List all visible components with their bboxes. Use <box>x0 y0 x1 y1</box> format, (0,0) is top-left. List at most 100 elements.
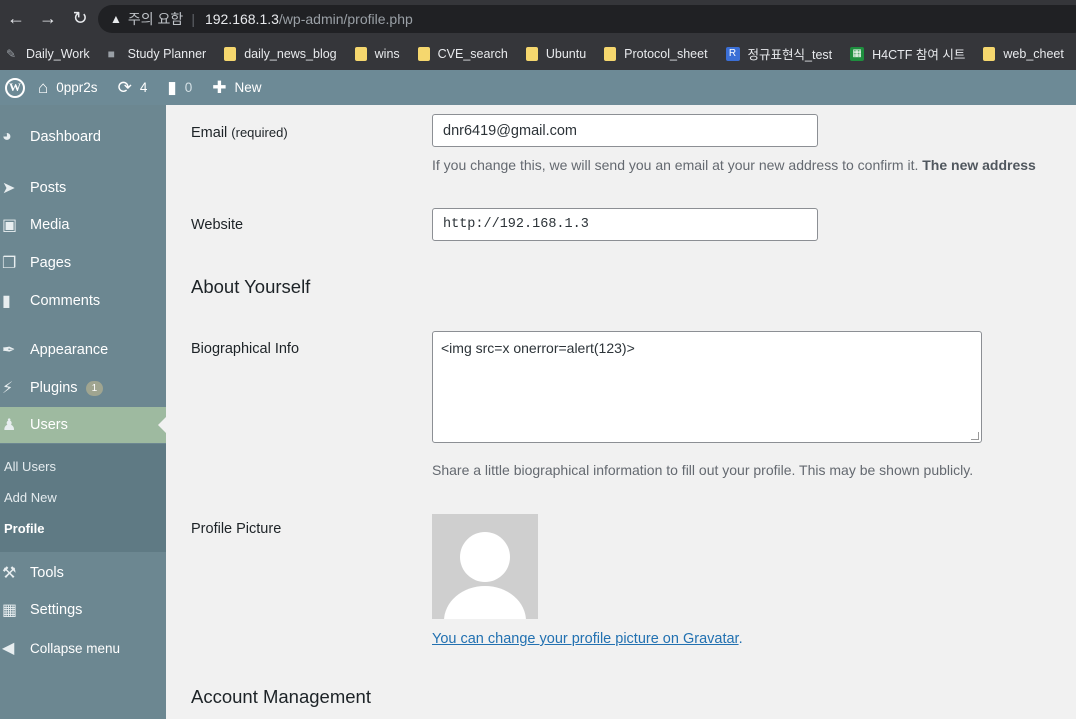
url-host: 192.168.1.3 <box>204 11 279 27</box>
menu-media[interactable]: ▣ Media <box>0 215 166 235</box>
bookmark-cve-search[interactable]: CVE_search <box>417 46 508 61</box>
r-icon: R <box>725 46 740 61</box>
bookmark-label: wins <box>374 46 400 61</box>
about-yourself-heading: About Yourself <box>191 276 311 297</box>
reload-icon[interactable]: ↻ <box>64 0 96 37</box>
avatar-body-shape <box>444 586 526 619</box>
biographical-info-textarea[interactable]: <img src=x onerror=alert(123)> <box>432 331 982 443</box>
folder-icon <box>354 46 367 61</box>
menu-label: Settings <box>30 602 83 618</box>
url-path: /wp-admin/profile.php <box>278 11 413 27</box>
menu-comments[interactable]: ▮ Comments <box>0 291 166 311</box>
email-label: Email (required) <box>191 125 288 141</box>
url-separator: | <box>191 11 195 27</box>
plug-icon: ⚡ <box>2 380 14 397</box>
comments-count: 0 <box>184 80 193 95</box>
bookmark-protocol-sheet[interactable]: Protocol_sheet <box>604 46 708 61</box>
wordpress-logo-icon[interactable]: W <box>0 70 28 105</box>
email-desc-bold: The new address <box>922 157 1036 173</box>
address-bar[interactable]: ▲ 주의 요함 | 192.168.1.3/wp-admin/profile.p… <box>98 5 1076 33</box>
menu-label: Comments <box>30 293 101 309</box>
updates-icon: ⟳ <box>117 77 132 97</box>
menu-label: Collapse menu <box>30 640 121 656</box>
folder-icon <box>417 46 430 61</box>
comments-link[interactable]: ▮ 0 <box>157 70 202 105</box>
brush-icon: ✒ <box>2 342 16 359</box>
menu-label: Posts <box>30 180 67 196</box>
resize-grip-icon[interactable] <box>971 432 979 440</box>
admin-sidebar: ◕ Dashboard ➤ Posts ▣ Media ❐ Pages ▮ Comment… <box>0 105 166 719</box>
new-label: New <box>234 80 262 95</box>
submenu-all-users[interactable]: All Users <box>4 459 56 474</box>
bookmark-label: H4CTF 참여 시트 <box>872 48 966 62</box>
gravatar-link[interactable]: You can change your profile picture on G… <box>432 631 739 647</box>
active-menu-arrow <box>158 417 166 433</box>
bookmark-label: Ubuntu <box>545 46 587 61</box>
email-desc-text: If you change this, we will send you an … <box>432 157 919 173</box>
bookmark-label: web_cheet <box>1003 46 1064 61</box>
media-icon: ▣ <box>2 217 18 234</box>
menu-posts[interactable]: ➤ Posts <box>0 178 166 198</box>
menu-label: Plugins <box>30 380 78 396</box>
menu-appearance[interactable]: ✒ Appearance <box>0 340 166 360</box>
account-management-heading: Account Management <box>191 686 371 707</box>
bookmark-web-cheet[interactable]: web_cheet <box>983 46 1064 61</box>
updates-count: 4 <box>139 80 148 95</box>
profile-picture-label: Profile Picture <box>191 521 282 537</box>
forward-icon[interactable]: → <box>32 0 64 37</box>
submenu-add-new[interactable]: Add New <box>4 490 57 505</box>
profile-form: Email (required) dnr6419@gmail.com If yo… <box>166 105 1076 719</box>
bookmark-daily-work[interactable]: ✎ Daily_Work <box>6 47 90 61</box>
bookmark-study-planner[interactable]: ■ Study Planner <box>108 47 207 61</box>
folder-icon <box>224 46 237 61</box>
site-name-link[interactable]: ⌂ 0ppr2s <box>28 70 108 105</box>
bookmark-label: 정규표현식_test <box>747 48 833 62</box>
website-field[interactable]: http://192.168.1.3 <box>432 208 818 241</box>
bookmark-label: Daily_Work <box>26 46 90 61</box>
back-icon[interactable]: ← <box>0 0 32 37</box>
bookmark-wins[interactable]: wins <box>354 46 400 61</box>
menu-label: Users <box>30 417 68 433</box>
user-icon: ♟ <box>2 417 17 434</box>
bio-label: Biographical Info <box>191 341 300 357</box>
bookmark-label: Study Planner <box>127 46 207 61</box>
menu-label: Dashboard <box>30 129 101 145</box>
sheets-icon: ▦ <box>850 46 865 61</box>
new-content-link[interactable]: ✚ New <box>202 70 271 105</box>
avatar <box>432 514 538 619</box>
menu-tools[interactable]: ⚒ Tools <box>0 563 166 583</box>
menu-settings[interactable]: ▦ Settings <box>0 600 166 620</box>
gravatar-suffix: . <box>738 631 743 647</box>
warning-icon: ▲ <box>110 12 122 26</box>
menu-users[interactable]: ♟ Users <box>0 407 166 443</box>
folder-icon <box>604 46 617 61</box>
plugins-update-badge: 1 <box>85 380 104 396</box>
bookmarks-bar: ✎ Daily_Work ■ Study Planner daily_news_bl… <box>0 37 1076 70</box>
menu-dashboard[interactable]: ◕ Dashboard <box>0 128 166 146</box>
bio-text: <img src=x onerror=alert(123)> <box>441 340 635 356</box>
updates-link[interactable]: ⟳ 4 <box>108 70 158 105</box>
menu-plugins[interactable]: ⚡ Plugins 1 <box>0 378 166 398</box>
bookmark-label: daily_news_blog <box>244 46 337 61</box>
comment-icon: ▮ <box>167 77 177 97</box>
bookmark-ubuntu[interactable]: Ubuntu <box>525 46 587 61</box>
menu-label: Pages <box>30 255 72 271</box>
wp-admin-bar: W ⌂ 0ppr2s ⟳ 4 ▮ 0 ✚ New <box>0 70 1076 105</box>
pen-icon: ✎ <box>6 46 17 61</box>
website-label: Website <box>191 217 244 233</box>
bookmark-daily-news-blog[interactable]: daily_news_blog <box>224 46 337 61</box>
collapse-icon: ◀ <box>2 640 15 657</box>
security-warning: 주의 요함 <box>127 11 184 27</box>
submenu-profile[interactable]: Profile <box>4 521 44 536</box>
email-label-text: Email <box>191 125 228 141</box>
required-marker: (required) <box>231 125 288 140</box>
folder-icon <box>525 46 538 61</box>
bookmark-h4ctf-sheet[interactable]: ▦ H4CTF 참여 시트 <box>850 44 965 63</box>
email-field[interactable]: dnr6419@gmail.com <box>432 114 818 147</box>
bookmark-regex-test[interactable]: R 정규표현식_test <box>725 44 833 63</box>
folder-icon <box>983 46 996 61</box>
bio-description: Share a little biographical information … <box>432 462 974 478</box>
menu-collapse[interactable]: ◀ Collapse menu <box>0 638 166 658</box>
browser-toolbar: ← → ↻ ▲ 주의 요함 | 192.168.1.3/wp-admin/pro… <box>0 0 1076 37</box>
menu-pages[interactable]: ❐ Pages <box>0 253 166 273</box>
